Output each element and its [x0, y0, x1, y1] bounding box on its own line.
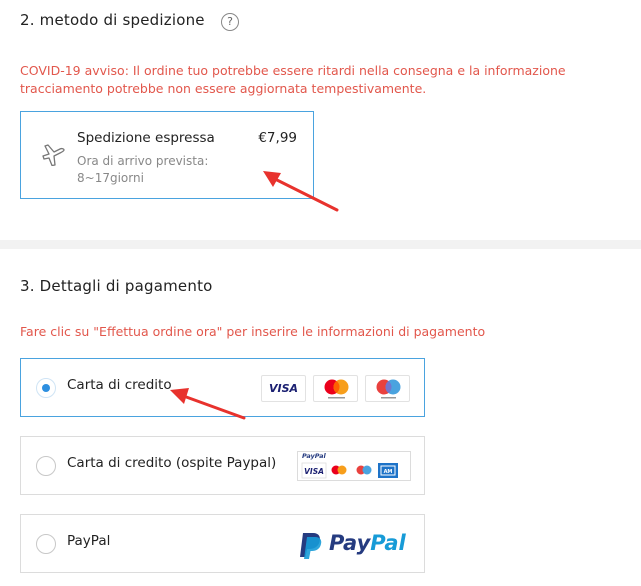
radio-paypal-guest[interactable] [36, 456, 56, 476]
payment-option-label: Carta di credito [67, 377, 172, 393]
maestro-logo [365, 375, 410, 402]
shipping-option-name: Spedizione espressa [77, 130, 215, 146]
mastercard-icon [324, 379, 349, 399]
paypal-card-logos: PayPal VISA AM [297, 451, 411, 481]
annotation-arrow-shipping [263, 171, 339, 212]
annotation-arrow-payment [170, 388, 246, 420]
paypal-logo: PayPal [297, 529, 413, 561]
payment-section: 3. Dettagli di pagamento Fare clic su "E… [0, 249, 641, 586]
payment-option-label: Carta di credito (ospite Paypal) [67, 455, 277, 471]
visa-logo: VISA [261, 375, 306, 402]
payment-notice: Fare clic su "Effettua ordine ora" per i… [20, 324, 486, 339]
payment-option-paypal-guest[interactable]: Carta di credito (ospite Paypal) PayPal … [20, 436, 425, 495]
visa-logo-text: VISA [268, 382, 299, 395]
radio-credit-card[interactable] [36, 378, 56, 398]
svg-text:AM: AM [384, 469, 393, 475]
shipping-title: 2. metodo di spedizione [20, 11, 205, 29]
help-icon[interactable]: ? [221, 13, 239, 31]
paypal-word-pay: Pay [329, 531, 371, 555]
maestro-icon [376, 379, 401, 399]
eta-value: 8~17giorni [77, 171, 144, 185]
payment-option-label: PayPal [67, 533, 111, 549]
radio-paypal[interactable] [36, 534, 56, 554]
payment-option-paypal[interactable]: PayPal PayPal [20, 514, 425, 573]
shipping-option-eta: Ora di arrivo prevista: 8~17giorni [77, 153, 237, 187]
svg-text:VISA: VISA [304, 467, 324, 476]
shipping-option-price: €7,99 [258, 130, 297, 146]
mastercard-logo [313, 375, 358, 402]
eta-label: Ora di arrivo prevista: [77, 154, 209, 168]
airplane-icon [42, 144, 65, 166]
card-logos-icon: VISA AM [301, 462, 398, 479]
section-divider [0, 240, 641, 249]
paypal-p-icon [300, 533, 322, 559]
paypal-word-pal: Pal [370, 531, 406, 555]
payment-title: 3. Dettagli di pagamento [20, 277, 213, 295]
paypal-wordmark: PayPal [329, 531, 406, 555]
shipping-notice: COVID-19 avviso: Il ordine tuo potrebbe … [20, 63, 566, 96]
